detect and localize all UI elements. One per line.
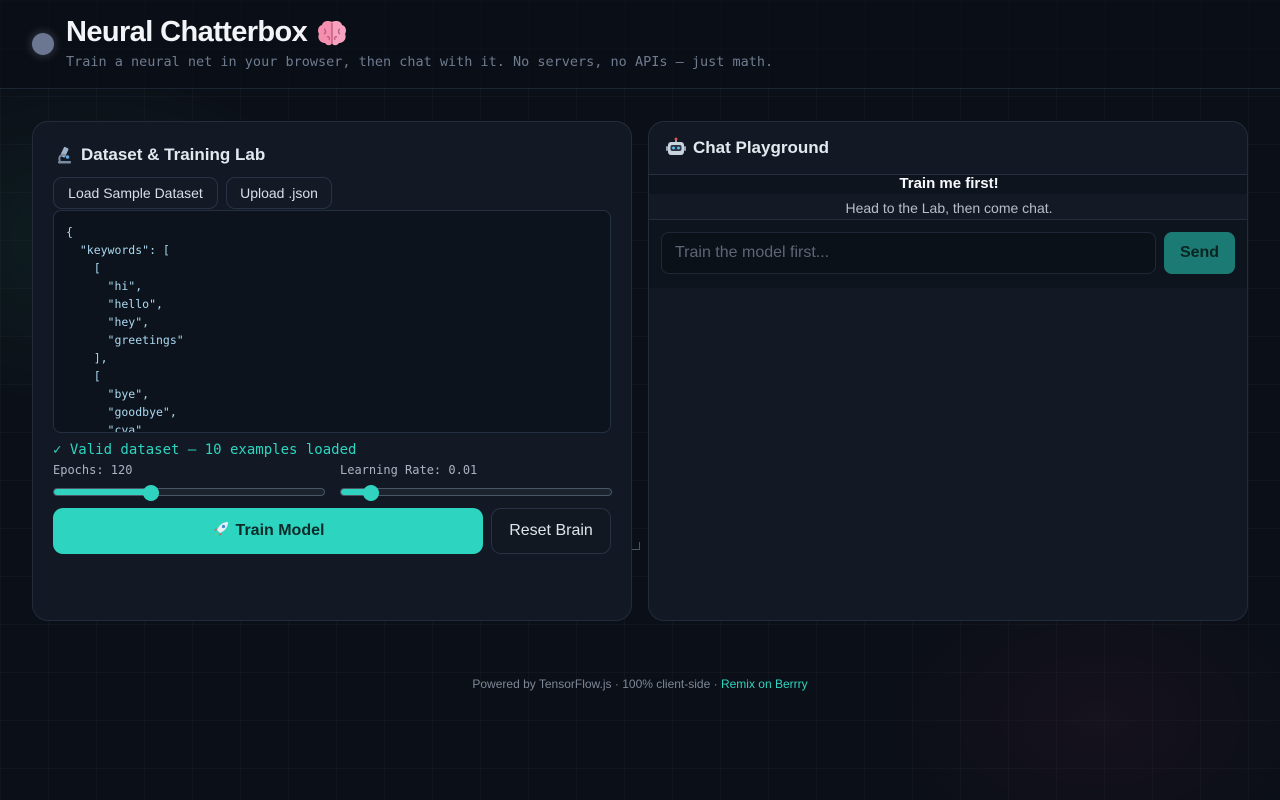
train-model-label: Train Model (235, 522, 325, 539)
title-row: Neural Chatterbox (66, 16, 349, 49)
footer-text: Powered by TensorFlow.js · 100% client-s… (472, 677, 721, 691)
epochs-label: Epochs: 120 (53, 463, 133, 477)
chat-playground-panel: Chat Playground Train me first! Head to … (648, 121, 1248, 621)
chat-message-input[interactable] (661, 232, 1156, 274)
train-first-hint: Head to the Lab, then come chat. (649, 194, 1247, 220)
upload-json-button[interactable]: Upload .json (226, 177, 332, 209)
lab-title: Dataset & Training Lab (53, 144, 265, 166)
editor-resize-handle[interactable] (632, 542, 640, 550)
epochs-slider[interactable] (53, 485, 325, 501)
chat-title: Chat Playground (665, 137, 829, 159)
app-title: Neural Chatterbox (66, 16, 308, 48)
lab-title-text: Dataset & Training Lab (81, 145, 266, 164)
load-sample-dataset-button[interactable]: Load Sample Dataset (53, 177, 218, 209)
rocket-icon (212, 520, 230, 543)
remix-link[interactable]: Remix on Berrry (721, 677, 808, 691)
send-button[interactable]: Send (1164, 232, 1235, 274)
epochs-slider-fill (54, 489, 152, 495)
reset-brain-button[interactable]: Reset Brain (491, 508, 611, 554)
learning-rate-slider[interactable] (340, 485, 612, 501)
train-first-banner: Train me first! (649, 174, 1247, 194)
train-model-button[interactable]: Train Model (53, 508, 483, 554)
chat-composer: Send (649, 220, 1247, 288)
training-lab-panel: Dataset & Training Lab Load Sample Datas… (32, 121, 640, 621)
robot-icon (665, 137, 687, 159)
app-header: Neural Chatterbox Train a neural net in … (0, 0, 1280, 89)
status-indicator (32, 33, 54, 55)
microscope-icon (53, 144, 75, 166)
epochs-slider-thumb[interactable] (143, 485, 160, 501)
dataset-json-editor[interactable]: { "keywords": [ [ "hi", "hello", "hey", … (53, 210, 611, 433)
app-subtitle: Train a neural net in your browser, then… (66, 54, 774, 70)
dataset-valid-message: ✓ Valid dataset — 10 examples loaded (53, 442, 357, 458)
learning-rate-label: Learning Rate: 0.01 (340, 463, 478, 477)
chat-title-text: Chat Playground (693, 138, 830, 157)
brain-icon (315, 18, 349, 48)
page-footer: Powered by TensorFlow.js · 100% client-s… (0, 677, 1280, 691)
learning-rate-slider-thumb[interactable] (362, 485, 379, 501)
